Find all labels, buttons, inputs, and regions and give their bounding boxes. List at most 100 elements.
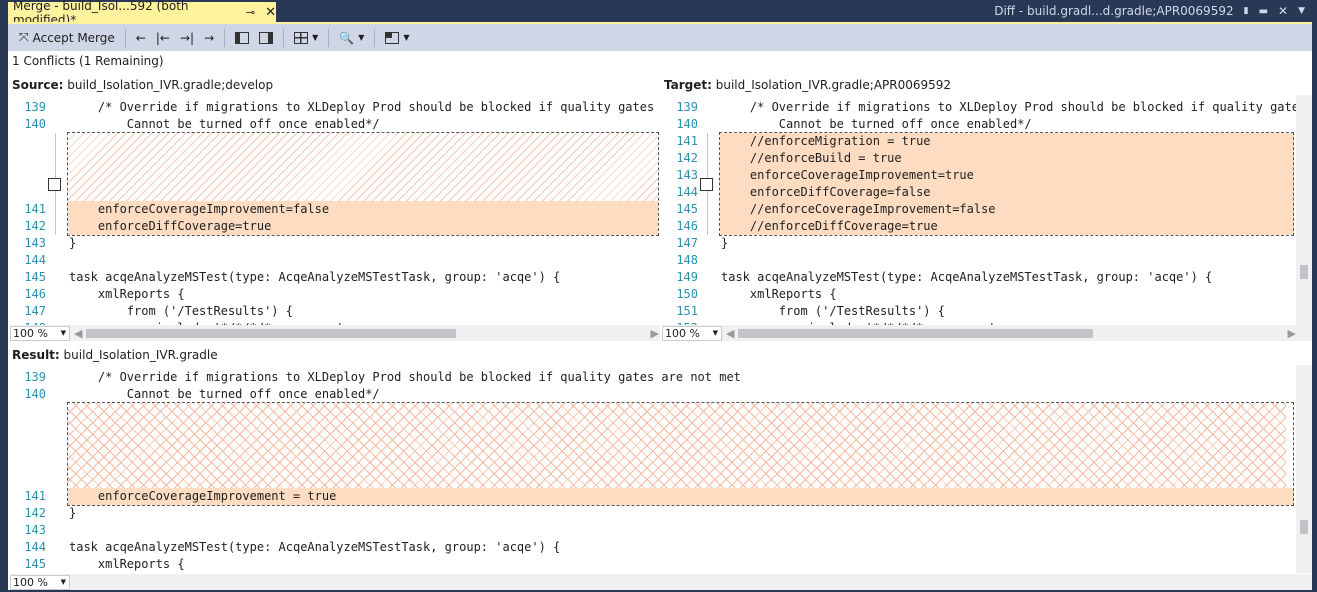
chevron-down-icon: ▼ bbox=[403, 33, 410, 42]
take-source-button[interactable] bbox=[232, 30, 252, 46]
line-number: 142 bbox=[24, 506, 46, 520]
chevron-down-icon: ▼ bbox=[358, 33, 365, 42]
code-text: xmlReports { bbox=[721, 287, 837, 301]
line-number: 140 bbox=[676, 117, 698, 131]
arrow-right-icon: → bbox=[204, 30, 215, 45]
first-conflict-button[interactable]: |← bbox=[153, 29, 173, 47]
toolbar: ⤧ Accept Merge ← |← →| → ▼ 🔍 ▼ ▼ bbox=[8, 24, 1312, 51]
lock-icon[interactable]: ▮ bbox=[1244, 6, 1249, 16]
line-number: 141 bbox=[676, 134, 698, 148]
scroll-right-icon[interactable]: ▶ bbox=[1287, 327, 1295, 340]
line-number: 139 bbox=[676, 100, 698, 114]
last-conflict-button[interactable]: →| bbox=[177, 29, 197, 47]
line-number: 140 bbox=[24, 117, 46, 131]
diff-tab[interactable]: Diff - build.gradl...d.gradle;APR0069592… bbox=[994, 4, 1305, 18]
line-number: 144 bbox=[24, 253, 46, 267]
source-label: Source: bbox=[12, 78, 64, 92]
line-number: 139 bbox=[24, 100, 46, 114]
chevron-down-icon: ▼ bbox=[712, 329, 718, 337]
separator bbox=[283, 28, 285, 47]
line-number: 141 bbox=[24, 489, 46, 503]
code-line: 147 from ('/TestResults') { bbox=[10, 303, 660, 320]
code-line: 140 Cannot be turned off once enabled*/ bbox=[10, 386, 1296, 403]
conflict-region bbox=[719, 132, 1294, 236]
source-pane[interactable]: 139 /* Override if migrations to XLDeplo… bbox=[10, 95, 660, 325]
source-hscrollbar[interactable] bbox=[82, 328, 642, 338]
line-number: 143 bbox=[24, 236, 46, 250]
target-header: Target: build_Isolation_IVR.gradle;APR00… bbox=[664, 78, 951, 94]
code-line: 140 Cannot be turned off once enabled*/ bbox=[10, 116, 660, 133]
scroll-left-icon[interactable]: ◀ bbox=[726, 327, 734, 340]
result-zoom-select[interactable]: 100 % ▼ bbox=[10, 574, 70, 590]
line-number: 148 bbox=[676, 253, 698, 267]
code-line: 139 /* Override if migrations to XLDeplo… bbox=[10, 369, 1296, 386]
zoom-value: 100 % bbox=[665, 326, 700, 340]
result-vscrollbar[interactable] bbox=[1296, 365, 1312, 573]
layout-icon bbox=[294, 31, 309, 44]
merge-tab[interactable]: Merge - build_Isol...592 (both modified)… bbox=[8, 0, 276, 27]
scroll-thumb[interactable] bbox=[1300, 265, 1308, 279]
code-text: } bbox=[721, 236, 729, 250]
code-line: 149 task acqeAnalyzeMSTest(type: AcqeAnal… bbox=[662, 269, 1296, 286]
scroll-right-icon[interactable]: ▶ bbox=[650, 327, 658, 340]
line-number: 142 bbox=[24, 219, 46, 233]
code-text: from ('/TestResults') { bbox=[721, 304, 945, 318]
separator bbox=[328, 28, 330, 47]
code-line: 139 /* Override if migrations to XLDeplo… bbox=[10, 99, 660, 116]
source-zoom-select[interactable]: 100 % ▼ bbox=[10, 325, 70, 341]
close-icon[interactable]: ✕ bbox=[265, 5, 276, 20]
take-target-button[interactable] bbox=[256, 30, 276, 46]
next-change-button[interactable]: → bbox=[201, 29, 217, 47]
code-line: 142} bbox=[10, 505, 1296, 522]
source-zoom-bar: 100 % ▼ ◀ ▶ bbox=[10, 325, 660, 341]
result-header: Result: build_Isolation_IVR.gradle bbox=[12, 348, 218, 364]
conflict-checkbox[interactable] bbox=[700, 178, 713, 191]
code-line: 146 xmlReports { bbox=[10, 286, 660, 303]
target-zoom-select[interactable]: 100 % ▼ bbox=[662, 325, 722, 341]
compare-options-dropdown[interactable]: 🔍 ▼ bbox=[336, 29, 367, 47]
zoom-value: 100 % bbox=[13, 575, 48, 589]
chevron-down-icon: ▼ bbox=[60, 329, 66, 337]
line-number: 149 bbox=[676, 270, 698, 284]
dropdown-icon[interactable]: ▼ bbox=[1298, 6, 1305, 16]
code-text: task acqeAnalyzeMSTest(type: AcqeAnalyze… bbox=[69, 270, 561, 284]
code-line: 150 xmlReports { bbox=[662, 286, 1296, 303]
accept-merge-button[interactable]: ⤧ Accept Merge bbox=[16, 28, 118, 47]
result-label: Result: bbox=[12, 348, 60, 362]
scroll-thumb[interactable] bbox=[86, 328, 457, 338]
code-line: 139 /* Override if migrations to XLDeplo… bbox=[662, 99, 1296, 116]
pin-icon[interactable]: ▬ bbox=[1259, 6, 1268, 17]
line-number: 145 bbox=[676, 202, 698, 216]
layout-dropdown[interactable]: ▼ bbox=[291, 30, 321, 46]
target-pane[interactable]: 139 /* Override if migrations to XLDeplo… bbox=[662, 95, 1296, 325]
scroll-thumb[interactable] bbox=[1300, 520, 1308, 534]
pin-icon[interactable]: ⊸ bbox=[246, 6, 255, 19]
diff-tab-title: Diff - build.gradl...d.gradle;APR0069592 bbox=[994, 4, 1234, 18]
code-line: 147} bbox=[662, 235, 1296, 252]
code-line: 144 task acqeAnalyzeMSTest(type: AcqeAnal… bbox=[10, 539, 1296, 556]
conflict-region bbox=[67, 132, 659, 236]
close-icon[interactable]: ✕ bbox=[1278, 4, 1288, 18]
previous-change-button[interactable]: ← bbox=[133, 29, 149, 47]
last-icon: →| bbox=[179, 30, 195, 45]
right-column-icon bbox=[259, 31, 274, 44]
code-line: 140 Cannot be turned off once enabled*/ bbox=[662, 116, 1296, 133]
result-pane[interactable]: 139 /* Override if migrations to XLDeplo… bbox=[10, 365, 1296, 573]
source-file: build_Isolation_IVR.gradle;develop bbox=[67, 78, 274, 92]
code-text: } bbox=[69, 236, 77, 250]
target-hscrollbar[interactable] bbox=[734, 328, 1279, 338]
line-number: 150 bbox=[676, 287, 698, 301]
zoom-value: 100 % bbox=[13, 326, 48, 340]
scroll-thumb[interactable] bbox=[738, 328, 1094, 338]
line-number: 147 bbox=[676, 236, 698, 250]
line-number: 145 bbox=[24, 270, 46, 284]
target-file: build_Isolation_IVR.gradle;APR0069592 bbox=[715, 78, 952, 92]
scroll-left-icon[interactable]: ◀ bbox=[74, 327, 82, 340]
target-vscrollbar[interactable] bbox=[1296, 95, 1312, 325]
code-line: 145 xmlReports { bbox=[10, 556, 1296, 573]
conflict-checkbox[interactable] bbox=[48, 178, 61, 191]
code-text: /* Override if migrations to XLDeploy Pr… bbox=[69, 100, 655, 114]
code-text: /* Override if migrations to XLDeploy Pr… bbox=[721, 100, 1296, 114]
view-dropdown[interactable]: ▼ bbox=[382, 30, 412, 46]
line-number: 140 bbox=[24, 387, 46, 401]
